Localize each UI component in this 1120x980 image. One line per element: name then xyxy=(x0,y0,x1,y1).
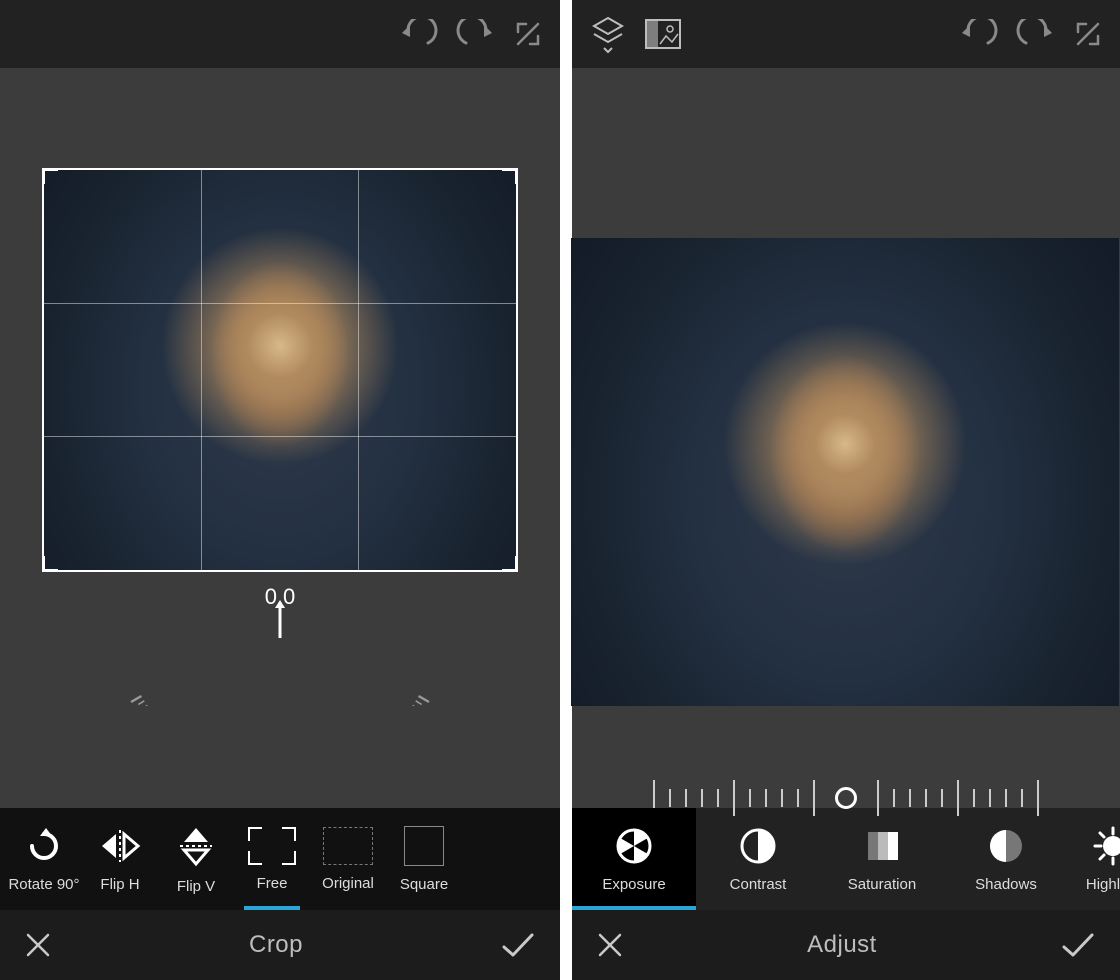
crop-canvas: 0.0 xyxy=(0,68,560,808)
flip-v-button[interactable]: Flip V xyxy=(158,808,234,910)
crop-title: Crop xyxy=(54,931,498,959)
aspect-square-button[interactable]: Square xyxy=(386,808,462,910)
adjust-canvas xyxy=(572,68,1120,808)
aspect-free-button[interactable]: Free xyxy=(234,808,310,910)
aspect-free-label: Free xyxy=(257,875,288,892)
undo-button[interactable] xyxy=(958,19,998,49)
rotate-90-label: Rotate 90° xyxy=(8,876,79,893)
aspect-square-icon xyxy=(404,826,444,866)
slider-knob[interactable] xyxy=(835,787,857,809)
contrast-icon xyxy=(738,826,778,866)
adjust-tools: Exposure Contrast Saturation Shadows xyxy=(572,808,1120,910)
exposure-button[interactable]: Exposure xyxy=(572,808,696,910)
aspect-square-label: Square xyxy=(400,876,448,893)
crop-pane: 0.0 Rotate 90° Flip H Flip V Free O xyxy=(0,0,560,980)
apply-button[interactable] xyxy=(498,929,538,961)
flip-h-label: Flip H xyxy=(100,876,139,893)
highlights-button[interactable]: Highligh xyxy=(1068,808,1120,910)
adjust-title: Adjust xyxy=(626,931,1058,959)
layers-button[interactable] xyxy=(590,14,626,54)
saturation-icon xyxy=(862,826,902,866)
crop-handle-br[interactable] xyxy=(502,556,518,572)
cancel-button[interactable] xyxy=(594,929,626,961)
aspect-free-icon xyxy=(248,827,296,865)
flip-h-button[interactable]: Flip H xyxy=(82,808,158,910)
crop-confirm-bar: Crop xyxy=(0,910,560,980)
shadows-label: Shadows xyxy=(975,876,1037,893)
rotate-90-button[interactable]: Rotate 90° xyxy=(6,808,82,910)
crop-overlay xyxy=(42,168,518,572)
shadows-icon xyxy=(986,826,1026,866)
contrast-label: Contrast xyxy=(730,876,787,893)
saturation-label: Saturation xyxy=(848,876,916,893)
aspect-original-label: Original xyxy=(322,875,374,892)
crop-frame[interactable] xyxy=(42,168,518,572)
shadows-button[interactable]: Shadows xyxy=(944,808,1068,910)
adjust-confirm-bar: Adjust xyxy=(572,910,1120,980)
redo-button[interactable] xyxy=(456,19,496,49)
flip-v-label: Flip V xyxy=(177,878,215,895)
photo-preview xyxy=(571,238,1119,706)
highlights-label: Highligh xyxy=(1086,876,1120,893)
undo-button[interactable] xyxy=(398,19,438,49)
saturation-button[interactable]: Saturation xyxy=(820,808,944,910)
cancel-button[interactable] xyxy=(22,929,54,961)
compare-image-button[interactable] xyxy=(644,18,682,50)
exposure-label: Exposure xyxy=(602,876,665,893)
aspect-original-button[interactable]: Original xyxy=(310,808,386,910)
crop-handle-tl[interactable] xyxy=(42,168,58,184)
contrast-button[interactable]: Contrast xyxy=(696,808,820,910)
crop-topbar xyxy=(0,0,560,68)
fullscreen-button[interactable] xyxy=(1074,20,1102,48)
crop-handle-bl[interactable] xyxy=(42,556,58,572)
redo-button[interactable] xyxy=(1016,19,1056,49)
highlights-icon xyxy=(1093,826,1120,866)
adjust-topbar xyxy=(572,0,1120,68)
rotation-dial[interactable] xyxy=(60,586,500,706)
apply-button[interactable] xyxy=(1058,929,1098,961)
aspect-original-icon xyxy=(323,827,373,865)
fullscreen-button[interactable] xyxy=(514,20,542,48)
exposure-icon xyxy=(614,826,654,866)
crop-handle-tr[interactable] xyxy=(502,168,518,184)
adjust-pane: Exposure Contrast Saturation Shadows xyxy=(572,0,1120,980)
crop-tools: Rotate 90° Flip H Flip V Free Original S… xyxy=(0,808,560,910)
